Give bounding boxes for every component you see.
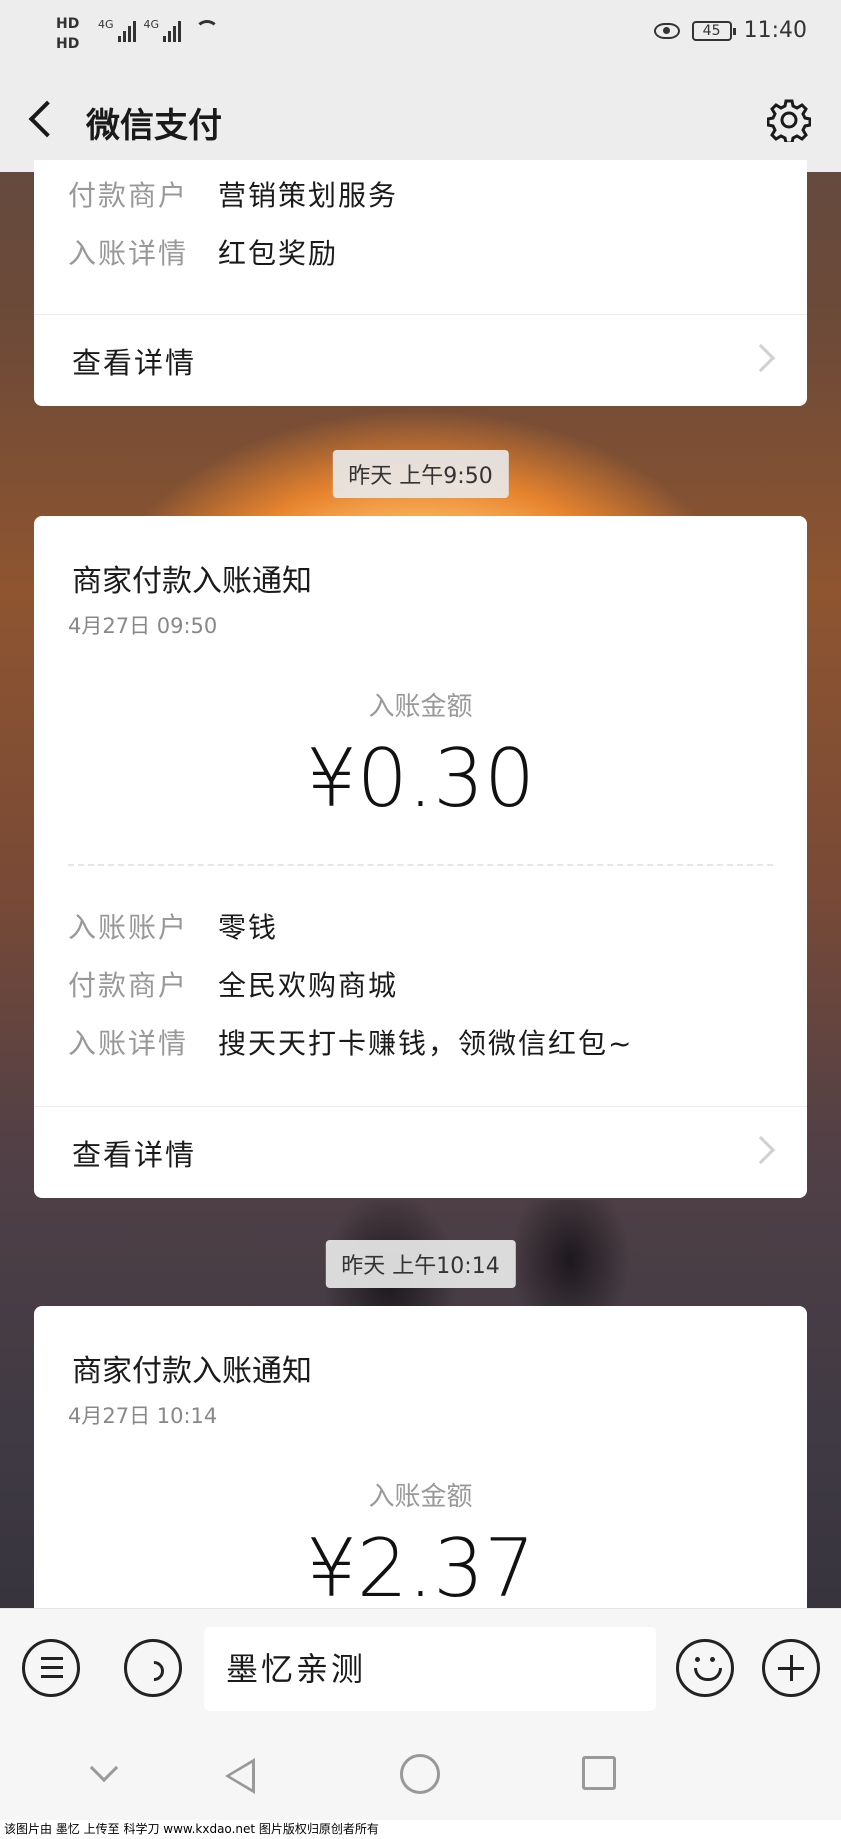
amount-value: ¥2.37 <box>305 1522 536 1608</box>
message-input-bar: 墨忆亲测 <box>0 1608 841 1730</box>
info-row: 入账账户 零钱 <box>68 906 278 946</box>
row-key: 付款商户 <box>68 179 189 212</box>
system-nav-bar <box>0 1730 841 1820</box>
timestamp-chip: 昨天 上午9:50 <box>332 450 509 498</box>
chevron-right-icon <box>746 343 776 373</box>
clock: 11:40 <box>743 18 807 43</box>
amount-label: 入账金额 <box>368 1482 473 1512</box>
watermark-text: 该图片由 墨忆 上传至 科学刀 www.kxdao.net 图片版权归原创者所有 <box>0 1820 841 1839</box>
signal-icon: 4G <box>144 18 182 42</box>
row-key: 入账详情 <box>68 1027 189 1060</box>
eye-comfort-icon <box>653 22 680 39</box>
amount-value: ¥0.30 <box>305 732 536 825</box>
chevron-right-icon <box>746 1135 776 1165</box>
info-row: 入账详情 红包奖励 <box>68 232 338 272</box>
hd2-label: HD <box>56 36 80 52</box>
dashed-divider <box>68 864 773 866</box>
gear-icon[interactable] <box>767 98 811 142</box>
signal-indicators: 4G 4G <box>98 18 220 42</box>
view-details-label: 查看详情 <box>72 346 197 380</box>
card-title: 商家付款入账通知 <box>72 564 312 599</box>
row-key: 入账详情 <box>68 237 189 270</box>
payment-card: 商家付款入账通知 4月27日 09:50 入账金额 ¥0.30 入账账户 零钱 … <box>34 516 807 1198</box>
menu-list-icon[interactable] <box>22 1639 80 1697</box>
payment-card: 商家付款入账通知 4月27日 10:14 入账金额 ¥2.37 <box>34 1306 807 1608</box>
row-key: 付款商户 <box>68 969 189 1002</box>
hd1-label: HD <box>56 16 80 32</box>
plus-icon[interactable] <box>762 1639 820 1697</box>
info-row: 付款商户 营销策划服务 <box>68 174 398 214</box>
card-date: 4月27日 10:14 <box>68 1404 218 1428</box>
row-value: 零钱 <box>218 911 279 944</box>
info-row: 付款商户 全民欢购商城 <box>68 964 398 1004</box>
status-right: 45 11:40 <box>653 18 807 43</box>
signal-icon: 4G <box>98 18 136 42</box>
row-key: 入账账户 <box>68 911 189 944</box>
nav-back-icon[interactable] <box>225 1758 255 1794</box>
status-bar: HD HD 4G 4G 45 11:40 <box>0 0 841 72</box>
title-bar: 微信支付 <box>0 72 841 172</box>
network-type-label: 4G <box>98 18 114 31</box>
chevron-down-icon[interactable] <box>89 1753 119 1783</box>
hd-indicators: HD HD <box>56 14 79 54</box>
payment-card: 付款商户 营销策划服务 入账详情 红包奖励 查看详情 <box>34 160 807 406</box>
message-input[interactable]: 墨忆亲测 <box>204 1627 656 1711</box>
view-details-link[interactable]: 查看详情 <box>34 314 807 406</box>
row-value: 搜天天打卡赚钱，领微信红包~ <box>218 1027 634 1060</box>
row-value: 红包奖励 <box>218 237 339 270</box>
network-type-label: 4G <box>143 18 160 31</box>
nav-home-icon[interactable] <box>400 1754 440 1794</box>
back-arrow-icon[interactable] <box>28 100 66 138</box>
emoji-icon[interactable] <box>676 1639 734 1697</box>
page-title: 微信支付 <box>86 106 222 146</box>
wifi-icon <box>195 20 220 42</box>
battery-level: 45 <box>702 22 721 39</box>
view-details-link[interactable]: 查看详情 <box>34 1106 807 1198</box>
row-value: 全民欢购商城 <box>218 969 399 1002</box>
row-value: 营销策划服务 <box>218 179 399 212</box>
timestamp-chip: 昨天 上午10:14 <box>325 1240 516 1288</box>
voice-icon[interactable] <box>124 1639 182 1697</box>
view-details-label: 查看详情 <box>72 1138 197 1172</box>
card-title: 商家付款入账通知 <box>72 1354 312 1389</box>
nav-recents-icon[interactable] <box>582 1756 616 1790</box>
card-date: 4月27日 09:50 <box>68 614 218 638</box>
battery-icon: 45 <box>691 20 736 41</box>
info-row: 入账详情 搜天天打卡赚钱，领微信红包~ <box>68 1022 633 1062</box>
amount-label: 入账金额 <box>368 692 473 722</box>
